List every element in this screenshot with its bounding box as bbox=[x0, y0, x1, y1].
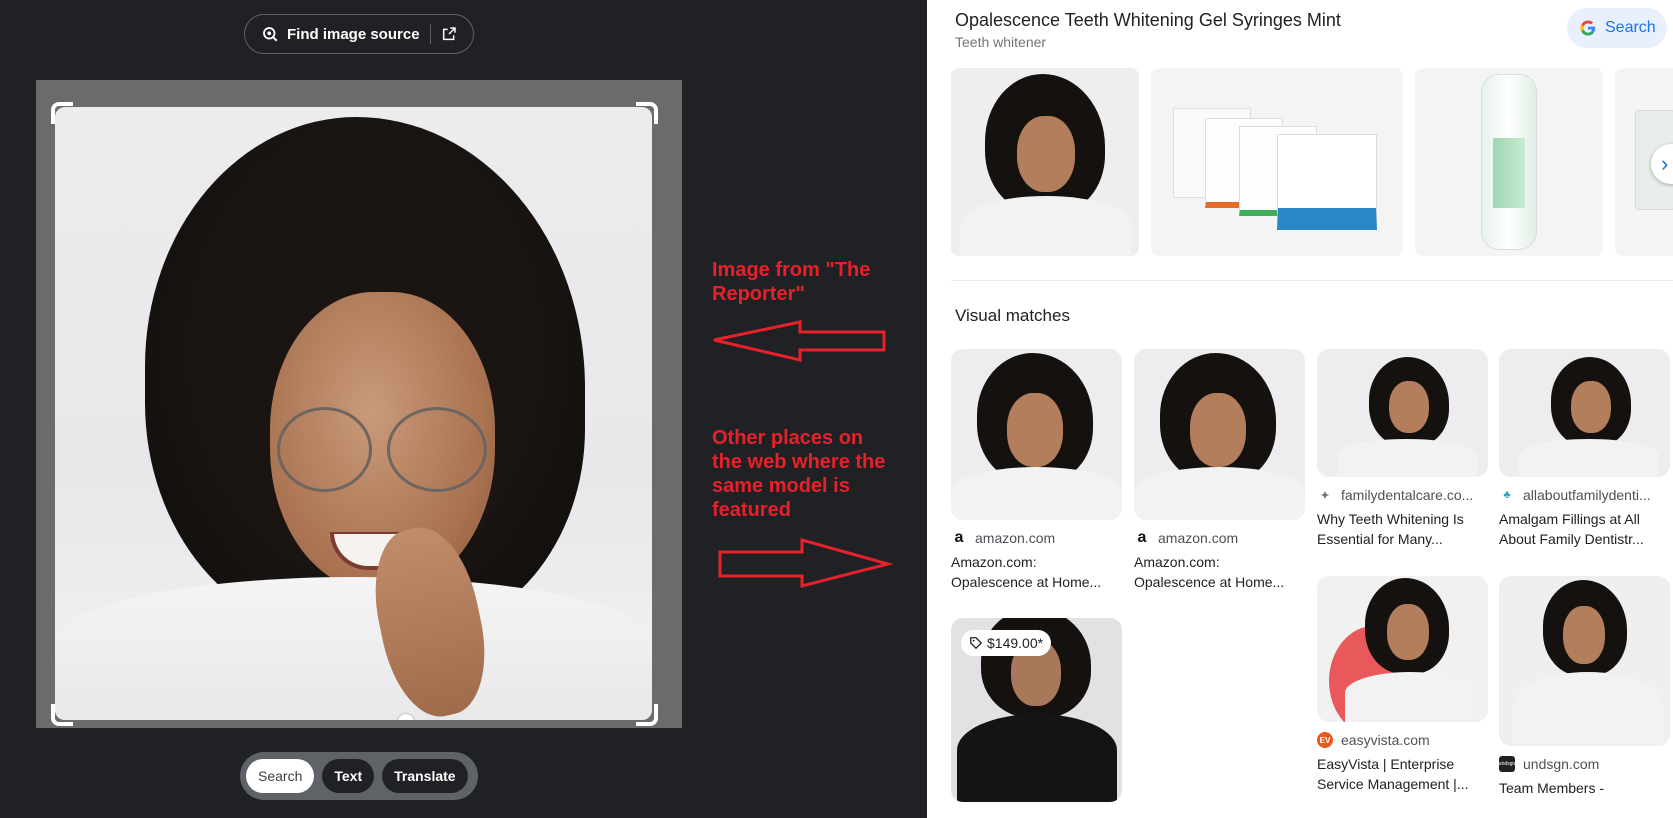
match-source: amazon.com bbox=[1158, 530, 1239, 546]
chevron-right-icon: › bbox=[1661, 151, 1669, 176]
arrow-right-icon bbox=[718, 538, 894, 588]
match-thumbnail[interactable]: $149.00* bbox=[951, 618, 1122, 802]
result-subtitle: Teeth whitener bbox=[955, 34, 1047, 50]
match-thumbnail[interactable] bbox=[1499, 349, 1670, 477]
match-thumbnail[interactable] bbox=[1317, 349, 1488, 477]
annotation-top-text: Image from "The Reporter" bbox=[712, 259, 871, 305]
open-in-new-icon[interactable] bbox=[441, 26, 457, 42]
visual-match-card[interactable]: ♣ allaboutfamilydenti... Amalgam Fillings… bbox=[1499, 349, 1670, 549]
divider bbox=[429, 24, 431, 44]
match-thumbnail[interactable] bbox=[951, 349, 1122, 520]
mode-text-button[interactable]: Text bbox=[322, 759, 375, 793]
mode-translate-button[interactable]: Translate bbox=[382, 759, 468, 793]
crop-handle-top-left[interactable] bbox=[51, 102, 73, 124]
amazon-icon: a bbox=[1137, 530, 1147, 546]
match-source: easyvista.com bbox=[1341, 732, 1430, 748]
product-image-model[interactable] bbox=[951, 68, 1139, 256]
google-search-label: Search bbox=[1605, 19, 1656, 36]
mode-search-button[interactable]: Search bbox=[246, 759, 315, 793]
match-title[interactable]: Team Members - bbox=[1499, 778, 1670, 818]
searched-image bbox=[55, 107, 652, 720]
match-thumbnail[interactable] bbox=[1134, 349, 1305, 520]
match-title[interactable]: Why Teeth Whitening Is Essential for Man… bbox=[1317, 509, 1488, 549]
match-title[interactable]: Amazon.com: Opalescence at Home... bbox=[951, 552, 1122, 592]
lens-search-icon bbox=[263, 27, 278, 42]
match-source: allaboutfamilydenti... bbox=[1523, 487, 1651, 503]
price-badge: $149.00* bbox=[961, 630, 1052, 656]
image-crop-area[interactable] bbox=[36, 80, 682, 728]
price-value: $149.00* bbox=[987, 635, 1044, 651]
glasses-right bbox=[387, 407, 487, 492]
arrow-left-icon bbox=[713, 320, 886, 362]
crop-handle-bottom-right[interactable] bbox=[636, 704, 658, 726]
match-source: amazon.com bbox=[975, 530, 1056, 546]
match-title[interactable]: EasyVista | Enterprise Service Managemen… bbox=[1317, 754, 1488, 794]
match-source: familydentalcare.co... bbox=[1341, 487, 1474, 503]
match-thumbnail[interactable] bbox=[1499, 576, 1670, 746]
price-tag-icon bbox=[970, 637, 983, 650]
visual-matches-heading: Visual matches bbox=[955, 306, 1070, 325]
visual-match-card[interactable]: ✦ familydentalcare.co... Why Teeth Whiten… bbox=[1317, 349, 1488, 549]
crop-handle-bottom-left[interactable] bbox=[51, 704, 73, 726]
shirt-shape bbox=[55, 577, 652, 720]
visual-match-card[interactable]: a amazon.com Amazon.com: Opalescence at H… bbox=[951, 349, 1122, 592]
match-title[interactable]: Amalgam Fillings at All About Family Den… bbox=[1499, 509, 1670, 549]
section-divider bbox=[951, 280, 1673, 281]
product-image-boxes[interactable] bbox=[1151, 68, 1403, 256]
match-title[interactable]: Amazon.com: Opalescence at Home... bbox=[1134, 552, 1305, 592]
find-image-source-label: Find image source bbox=[287, 25, 420, 43]
match-thumbnail[interactable] bbox=[1317, 576, 1488, 722]
match-source: undsgn.com bbox=[1523, 756, 1600, 772]
easyvista-icon: EV bbox=[1317, 732, 1333, 748]
visual-match-card[interactable]: EV easyvista.com EasyVista | Enterprise S… bbox=[1317, 576, 1488, 794]
amazon-icon: a bbox=[954, 530, 964, 546]
product-image-syringe-tube[interactable] bbox=[1415, 68, 1603, 256]
result-title[interactable]: Opalescence Teeth Whitening Gel Syringes… bbox=[955, 10, 1341, 31]
results-panel: Opalescence Teeth Whitening Gel Syringes… bbox=[927, 0, 1673, 818]
crop-handle-top-right[interactable] bbox=[636, 102, 658, 124]
tooth-icon: ✦ bbox=[1320, 489, 1330, 502]
visual-match-card[interactable]: a amazon.com Amazon.com: Opalescence at H… bbox=[1134, 349, 1305, 592]
product-carousel bbox=[951, 68, 1673, 256]
mode-switcher: Search Text Translate bbox=[240, 752, 478, 800]
annotation-bottom-text: Other places on the web where the same m… bbox=[712, 427, 886, 521]
google-search-button[interactable]: Search bbox=[1567, 8, 1667, 48]
glasses-left bbox=[277, 407, 372, 492]
lens-preview-panel: Find image source Search Text Translate … bbox=[0, 0, 927, 818]
google-g-icon bbox=[1580, 20, 1596, 36]
family-dental-icon: ♣ bbox=[1503, 489, 1511, 501]
visual-match-card[interactable]: $149.00* bbox=[951, 618, 1122, 802]
find-image-source-button[interactable]: Find image source bbox=[244, 14, 474, 54]
visual-match-card[interactable]: undsgn undsgn.com Team Members - bbox=[1499, 576, 1670, 818]
undsgn-icon: undsgn bbox=[1499, 756, 1515, 772]
